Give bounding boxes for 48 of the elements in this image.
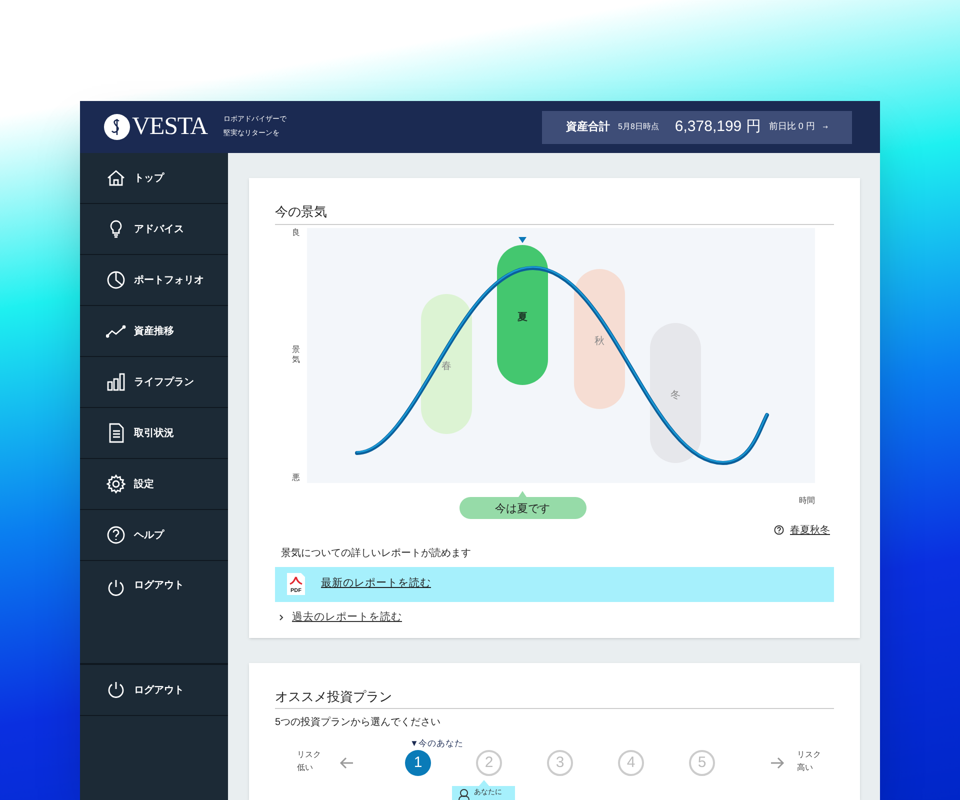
total-label: 資産合計 <box>566 120 610 135</box>
logo-icon <box>104 114 130 140</box>
sidebar-item[interactable]: ライフプラン <box>80 357 228 408</box>
daily-change: 前日比 0 円 <box>768 120 815 134</box>
arrow-right-icon <box>822 123 828 131</box>
risk-label: 高い <box>797 762 814 774</box>
help-icon <box>774 525 784 535</box>
bar-chart-icon <box>106 372 126 392</box>
arrow-right-icon <box>771 757 785 769</box>
home-icon <box>106 168 126 188</box>
sidebar-item[interactable]: トップ <box>80 153 228 204</box>
total-amount: 6,378,199 円 <box>674 116 761 137</box>
power-icon <box>106 680 126 700</box>
sidebar-item[interactable]: ポートフォリオ <box>80 255 228 306</box>
axis-label: 悪 <box>292 472 300 482</box>
help-icon <box>106 525 126 545</box>
sidebar-item[interactable]: ログアウト <box>80 561 228 664</box>
axis-label: 時間 <box>799 496 815 504</box>
past-reports-link[interactable]: 過去のレポートを読む <box>292 610 402 626</box>
settings-icon <box>106 474 126 494</box>
current-season-marker <box>518 236 526 242</box>
arrow-left-icon <box>339 757 353 769</box>
card-title: オススメ投資プラン <box>275 686 834 709</box>
axis-label: 景気 <box>292 344 300 364</box>
sidebar-item[interactable]: ログアウト <box>80 665 228 716</box>
seasons-help-link[interactable]: 春夏秋冬 <box>790 522 830 538</box>
report-note: 景気についての詳しいレポートが読めます <box>281 546 472 560</box>
sidebar-item[interactable]: 資産推移 <box>80 306 228 357</box>
sidebar-item[interactable]: 設定 <box>80 459 228 510</box>
current-plan-marker: ▼今のあなた <box>410 737 464 750</box>
sidebar-item[interactable]: 取引状況 <box>80 408 228 459</box>
chevron-right-icon <box>279 614 284 621</box>
sidebar-item[interactable]: ヘルプ <box>80 510 228 561</box>
sidebar-item[interactable]: アドバイス <box>80 204 228 255</box>
as-of-date: 5月8日時点 <box>618 121 659 133</box>
pie-chart-icon <box>106 270 126 290</box>
card-title: 今の景気 <box>275 202 834 224</box>
power-icon <box>106 578 126 598</box>
logo-text: VESTA <box>132 112 208 142</box>
risk-label: 低い <box>297 762 314 774</box>
person-icon <box>458 788 470 800</box>
plan-instruction: 5つの投資プランから選んでください <box>275 716 442 730</box>
latest-report-link[interactable]: 最新のレポートを読む <box>321 576 431 592</box>
risk-label: リスク <box>797 749 821 761</box>
asset-total-panel[interactable]: 資産合計 5月8日時点 6,378,199 円 前日比 0 円 <box>542 110 852 144</box>
risk-label: リスク <box>297 749 321 761</box>
plan-step[interactable]: 1 <box>405 750 431 776</box>
axis-label: 良 <box>292 228 300 236</box>
